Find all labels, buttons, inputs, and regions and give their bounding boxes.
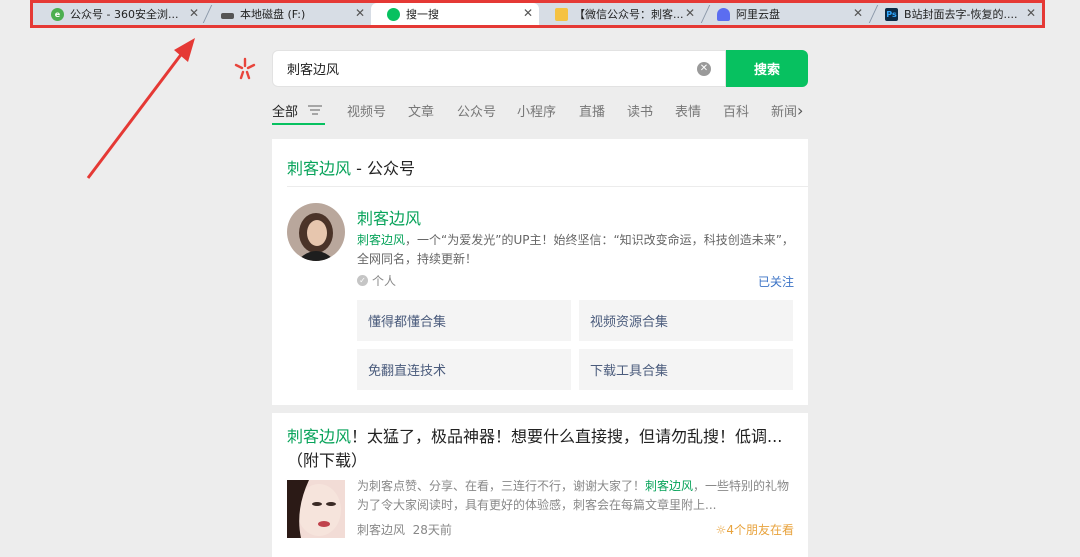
menu-item[interactable]: 免翻直连技术 bbox=[357, 349, 571, 390]
category-tabs: 全部 视频号 文章 公众号 小程序 直播 读书 表情 百科 新闻 bbox=[272, 101, 812, 123]
close-icon[interactable]: ✕ bbox=[1026, 6, 1036, 20]
account-name[interactable]: 刺客边风 bbox=[357, 205, 421, 229]
sousou-logo-icon bbox=[234, 57, 256, 80]
close-icon[interactable]: ✕ bbox=[355, 6, 365, 20]
friends-watching: ☼4个朋友在看 bbox=[715, 523, 794, 537]
menu-item[interactable]: 视频资源合集 bbox=[579, 300, 793, 341]
verified-check-icon: ✓ bbox=[357, 275, 368, 286]
tab-photoshop[interactable]: Ps B站封面去字-恢复的.... ✕ bbox=[869, 3, 1042, 25]
photoshop-icon: Ps bbox=[885, 7, 898, 21]
article-card[interactable]: 刺客边风！太猛了，极品神器！想要什么直接搜，但请勿乱搜！低调...（附下载） 为… bbox=[272, 413, 808, 557]
close-icon[interactable]: ✕ bbox=[189, 6, 199, 20]
search-button[interactable]: 搜索 bbox=[726, 50, 808, 87]
account-description: 刺客边风，一个“为爱发光”的UP主！始终坚信：“知识改变命运，科技创造未来”，全… bbox=[357, 233, 794, 266]
tab-encyclopedia[interactable]: 百科 bbox=[723, 101, 749, 120]
browser-tab-bar: e 公众号 - 360安全浏... ✕ 本地磁盘 (F:) ✕ 搜一搜 ✕ 【微… bbox=[30, 0, 1045, 28]
tab-mini-programs[interactable]: 小程序 bbox=[517, 101, 556, 120]
disk-icon bbox=[221, 13, 234, 19]
menu-item[interactable]: 懂得都懂合集 bbox=[357, 300, 571, 341]
close-icon[interactable]: ✕ bbox=[685, 6, 695, 20]
avatar[interactable] bbox=[287, 203, 345, 261]
tab-aliyun-drive[interactable]: 阿里云盘 ✕ bbox=[701, 3, 869, 25]
article-meta: 刺客边风 28天前 bbox=[357, 523, 452, 537]
filter-icon[interactable] bbox=[308, 104, 322, 116]
annotation-arrow bbox=[86, 38, 195, 179]
chevron-right-icon[interactable]: › bbox=[797, 101, 803, 120]
close-icon[interactable]: ✕ bbox=[523, 6, 533, 20]
followed-status[interactable]: 已关注 bbox=[758, 273, 794, 290]
menu-item[interactable]: 下载工具合集 bbox=[579, 349, 793, 390]
sun-icon: ☼ bbox=[715, 523, 727, 537]
active-tab-underline bbox=[272, 123, 325, 125]
wechat-icon bbox=[387, 7, 400, 21]
doc-icon bbox=[555, 7, 568, 21]
cloud-icon bbox=[717, 7, 730, 21]
tab-news[interactable]: 新闻 bbox=[771, 101, 797, 120]
tab-wechat-doc[interactable]: 【微信公众号：刺客... ✕ bbox=[539, 3, 701, 25]
tab-stickers[interactable]: 表情 bbox=[675, 101, 701, 120]
tab-360-browser[interactable]: e 公众号 - 360安全浏... ✕ bbox=[35, 3, 205, 25]
search-box: ✕ bbox=[272, 50, 726, 87]
tab-official-accounts[interactable]: 公众号 bbox=[457, 101, 496, 120]
article-thumbnail[interactable] bbox=[287, 480, 345, 538]
tab-local-disk[interactable]: 本地磁盘 (F:) ✕ bbox=[205, 3, 371, 25]
account-card: 刺客边风 - 公众号 刺客边风 刺客边风，一个“为爱发光”的UP主！始终坚信：“… bbox=[272, 139, 808, 405]
tab-articles[interactable]: 文章 bbox=[408, 101, 434, 120]
tab-all[interactable]: 全部 bbox=[272, 101, 298, 120]
divider bbox=[287, 186, 808, 187]
ie-icon: e bbox=[51, 7, 64, 21]
tab-reading[interactable]: 读书 bbox=[627, 101, 653, 120]
account-type: ✓ 个人 bbox=[357, 272, 396, 289]
tab-channels[interactable]: 视频号 bbox=[347, 101, 386, 120]
section-title: 刺客边风 - 公众号 bbox=[287, 159, 415, 178]
article-title[interactable]: 刺客边风！太猛了，极品神器！想要什么直接搜，但请勿乱搜！低调...（附下载） bbox=[287, 425, 787, 473]
article-summary: 为刺客点赞、分享、在看，三连行不行，谢谢大家了！刺客边风，一些特别的礼物为了令大… bbox=[357, 479, 790, 512]
clear-icon[interactable]: ✕ bbox=[697, 62, 711, 76]
search-input[interactable] bbox=[287, 61, 667, 76]
tab-live[interactable]: 直播 bbox=[579, 101, 605, 120]
close-icon[interactable]: ✕ bbox=[853, 6, 863, 20]
tab-sousou[interactable]: 搜一搜 ✕ bbox=[371, 3, 539, 25]
